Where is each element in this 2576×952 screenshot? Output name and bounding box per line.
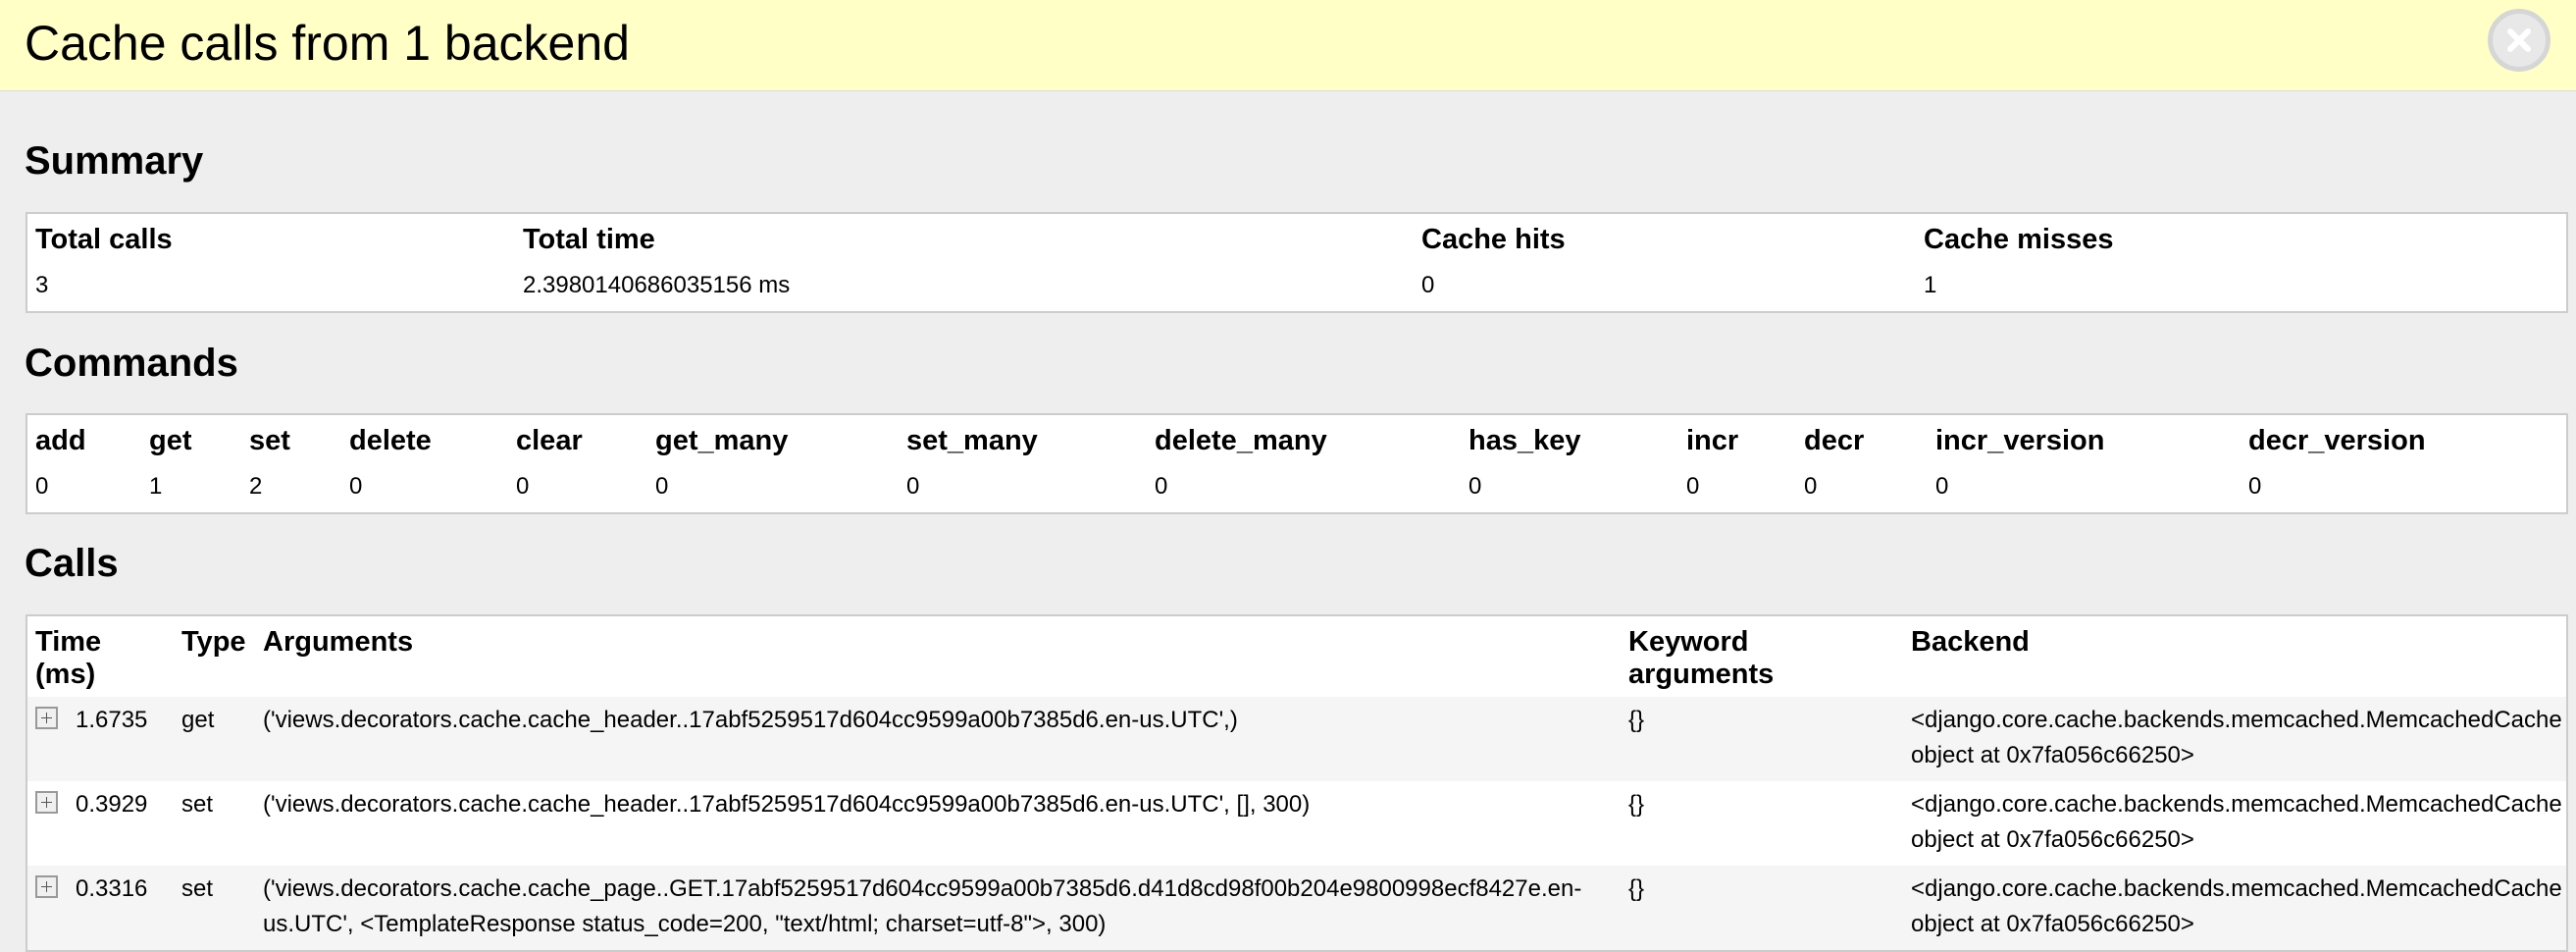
command-value: 0 xyxy=(1804,473,1818,500)
command-value: 0 xyxy=(1468,473,1482,500)
call-arguments: ('views.decorators.cache.cache_header..1… xyxy=(255,697,1621,781)
summary-header: Cache misses xyxy=(1924,224,2114,255)
call-type: get xyxy=(174,697,255,781)
command-header: incr xyxy=(1686,425,1739,456)
call-backend: <django.core.cache.backends.memcached.Me… xyxy=(1903,697,2567,781)
command-value: 0 xyxy=(349,473,363,500)
summary-header: Cache hits xyxy=(1421,224,1566,255)
command-header: decr_version xyxy=(2248,425,2426,456)
summary-value: 2.3980140686035156 ms xyxy=(523,272,791,298)
calls-header: Arguments xyxy=(263,626,414,658)
summary-header: Total time xyxy=(523,224,655,255)
call-row: 1.6735 get ('views.decorators.cache.cach… xyxy=(26,697,2567,781)
summary-header-row: Total calls Total time Cache hits Cache … xyxy=(26,213,2567,262)
call-time-cell: 0.3316 xyxy=(26,866,174,951)
call-time-cell: 1.6735 xyxy=(26,697,174,781)
command-value: 0 xyxy=(1935,473,1949,500)
plus-icon[interactable] xyxy=(35,707,58,729)
command-header: decr xyxy=(1804,425,1865,456)
panel-title: Cache calls from 1 backend xyxy=(25,16,630,71)
command-value: 0 xyxy=(906,473,920,500)
plus-icon[interactable] xyxy=(35,791,58,814)
call-type: set xyxy=(174,866,255,951)
call-time-cell: 0.3929 xyxy=(26,781,174,866)
commands-title: Commands xyxy=(25,342,238,385)
call-kwargs: {} xyxy=(1621,781,1903,866)
command-value: 2 xyxy=(249,473,263,500)
calls-header: Type xyxy=(181,626,246,658)
summary-value-row: 3 2.3980140686035156 ms 0 1 xyxy=(26,262,2567,312)
summary-title: Summary xyxy=(25,139,204,183)
command-header: get xyxy=(149,425,192,456)
command-header: set_many xyxy=(906,425,1038,456)
summary-value: 0 xyxy=(1421,272,1435,298)
call-row: 0.3929 set ('views.decorators.cache.cach… xyxy=(26,781,2567,866)
call-type: set xyxy=(174,781,255,866)
command-value: 0 xyxy=(35,473,49,500)
close-icon xyxy=(2507,28,2531,52)
commands-header-row: add get set delete clear get_many set_ma… xyxy=(26,414,2567,463)
command-value: 0 xyxy=(2248,473,2262,500)
command-header: get_many xyxy=(655,425,789,456)
command-header: delete xyxy=(349,425,432,456)
command-value: 0 xyxy=(516,473,530,500)
calls-header-row: Time (ms) Type Arguments Keyword argumen… xyxy=(26,615,2567,697)
call-time: 1.6735 xyxy=(76,707,148,733)
call-time: 0.3316 xyxy=(76,875,148,902)
call-time: 0.3929 xyxy=(76,791,148,818)
call-arguments: ('views.decorators.cache.cache_page..GET… xyxy=(255,866,1621,951)
summary-header: Total calls xyxy=(35,224,173,255)
call-kwargs: {} xyxy=(1621,697,1903,781)
command-header: incr_version xyxy=(1935,425,2105,456)
commands-table: add get set delete clear get_many set_ma… xyxy=(26,413,2568,514)
summary-table: Total calls Total time Cache hits Cache … xyxy=(26,212,2568,313)
call-row: 0.3316 set ('views.decorators.cache.cach… xyxy=(26,866,2567,951)
panel-header: Cache calls from 1 backend xyxy=(0,0,2576,91)
plus-icon[interactable] xyxy=(35,875,58,898)
close-button[interactable] xyxy=(2488,9,2550,72)
calls-header: Keyword arguments xyxy=(1628,626,1775,690)
command-header: clear xyxy=(516,425,583,456)
call-backend: <django.core.cache.backends.memcached.Me… xyxy=(1903,866,2567,951)
command-header: delete_many xyxy=(1155,425,1327,456)
command-value: 0 xyxy=(1686,473,1700,500)
command-header: add xyxy=(35,425,86,456)
command-header: has_key xyxy=(1468,425,1581,456)
calls-table: Time (ms) Type Arguments Keyword argumen… xyxy=(26,614,2568,952)
calls-header: Time (ms) xyxy=(35,626,102,690)
command-value: 1 xyxy=(149,473,163,500)
command-value: 0 xyxy=(655,473,669,500)
call-kwargs: {} xyxy=(1621,866,1903,951)
command-value: 0 xyxy=(1155,473,1168,500)
calls-header: Backend xyxy=(1911,626,2030,658)
call-backend: <django.core.cache.backends.memcached.Me… xyxy=(1903,781,2567,866)
call-arguments: ('views.decorators.cache.cache_header..1… xyxy=(255,781,1621,866)
calls-title: Calls xyxy=(25,542,119,585)
summary-value: 1 xyxy=(1924,272,1937,298)
commands-value-row: 0 1 2 0 0 0 0 0 0 0 0 0 0 xyxy=(26,463,2567,513)
summary-value: 3 xyxy=(35,272,49,298)
command-header: set xyxy=(249,425,290,456)
